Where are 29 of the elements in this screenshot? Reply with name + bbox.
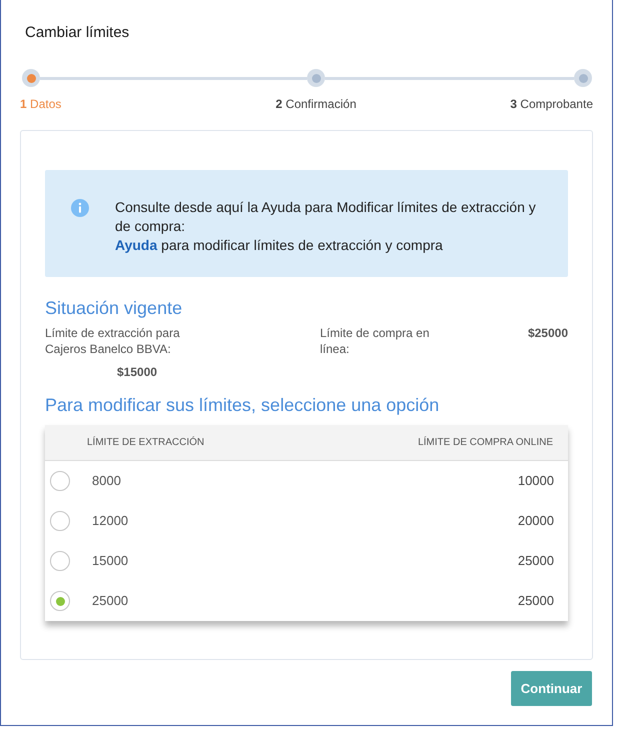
table-cell-text: 10000 [518,472,554,490]
table-cell-text: 25000 [518,592,554,610]
continue-button[interactable]: Continuar [511,671,592,706]
limit-value: $25000 [528,325,568,341]
table-cell-text: 25000 [92,592,128,610]
table-cell-text: 12000 [92,512,128,530]
section-heading: Para modificar sus límites, seleccione una opción [45,394,440,416]
info-icon [71,199,89,217]
table-cell-text: 20000 [518,512,554,530]
column-header: LÍMITE DE COMPRA ONLINE [418,435,553,450]
step-label: 2 Confirmación [276,96,356,112]
help-text: Ayuda para modificar límites de extracción y compra [115,236,444,255]
limit-label: Límite de extracción para Cajeros Banelco BBVA: [45,325,181,357]
radio-button[interactable] [50,551,70,571]
radio-button[interactable] [50,511,70,531]
limit-label: Límite de compra en línea: [320,325,430,357]
info-text: Consulte desde aquí la Ayuda para Modificar límites de extracción y de compra: [115,198,537,236]
section-heading: Situación vigente [45,297,184,319]
table-cell-text: 8000 [92,472,121,490]
table-cell-text: 15000 [92,552,128,570]
page-title: Cambiar límites [25,24,130,42]
radio-button[interactable] [50,591,70,611]
table-cell-text: 25000 [518,552,554,570]
step-label: 3 Comprobante [510,96,593,112]
help-link[interactable]: Ayuda [115,237,158,253]
radio-button[interactable] [50,471,70,491]
column-header: LÍMITE DE EXTRACCIÓN [87,435,204,450]
step-label: 1 Datos [20,96,62,112]
limit-value: $15000 [117,364,158,380]
